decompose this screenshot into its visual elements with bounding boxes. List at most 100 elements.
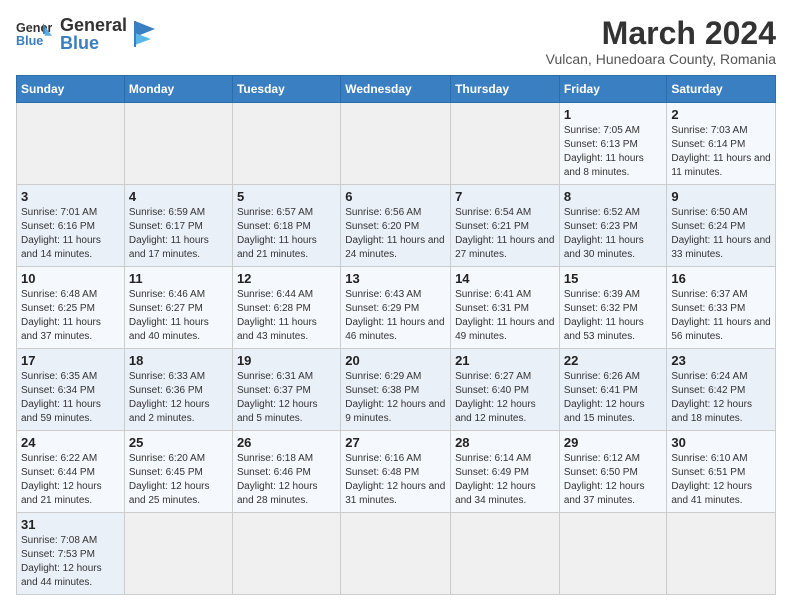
day-number: 31 xyxy=(21,517,120,532)
calendar-cell: 20Sunrise: 6:29 AM Sunset: 6:38 PM Dayli… xyxy=(341,349,451,431)
calendar-cell: 11 Sunrise: 6:46 AM Sunset: 6:27 PM Dayli… xyxy=(124,267,232,349)
day-number: 18 xyxy=(129,353,228,368)
calendar-cell: 3 Sunrise: 7:01 AM Sunset: 6:16 PM Daylig… xyxy=(17,185,125,267)
calendar-cell xyxy=(341,513,451,595)
location-subtitle: Vulcan, Hunedoara County, Romania xyxy=(546,51,776,67)
calendar-cell xyxy=(667,513,776,595)
day-info: Sunrise: 6:54 AM Sunset: 6:21 PM Dayligh… xyxy=(455,206,555,262)
page-container: General Blue General Blue March 2024 Vul… xyxy=(16,16,776,595)
calendar-cell: 18 Sunrise: 6:33 AM Sunset: 6:36 PM Dayli… xyxy=(124,349,232,431)
day-number: 13 xyxy=(345,271,446,286)
day-info: Sunrise: 7:01 AM Sunset: 6:16 PM Dayligh… xyxy=(21,206,120,262)
day-info: Sunrise: 6:20 AM Sunset: 6:45 PM Dayligh… xyxy=(129,452,228,508)
logo-blue-text: Blue xyxy=(60,34,127,52)
weekday-header-friday: Friday xyxy=(559,76,667,103)
day-number: 3 xyxy=(21,189,120,204)
calendar-cell: 27 Sunrise: 6:16 AM Sunset: 6:48 PM Dayli… xyxy=(341,431,451,513)
calendar-cell: 15 Sunrise: 6:39 AM Sunset: 6:32 PM Dayli… xyxy=(559,267,667,349)
calendar-cell xyxy=(451,103,560,185)
day-info: Sunrise: 6:39 AM Sunset: 6:32 PM Dayligh… xyxy=(564,288,663,344)
day-info: Sunrise: 6:26 AM Sunset: 6:41 PM Dayligh… xyxy=(564,370,663,426)
calendar-cell: 5 Sunrise: 6:57 AM Sunset: 6:18 PM Daylig… xyxy=(232,185,340,267)
calendar-cell: 21Sunrise: 6:27 AM Sunset: 6:40 PM Dayli… xyxy=(451,349,560,431)
calendar-cell: 12 Sunrise: 6:44 AM Sunset: 6:28 PM Dayli… xyxy=(232,267,340,349)
day-info: Sunrise: 7:05 AM Sunset: 6:13 PM Dayligh… xyxy=(564,124,663,180)
weekday-header-row: SundayMondayTuesdayWednesdayThursdayFrid… xyxy=(17,76,776,103)
day-number: 26 xyxy=(237,435,336,450)
day-number: 4 xyxy=(129,189,228,204)
logo-flag-icon xyxy=(133,19,157,49)
calendar-cell xyxy=(559,513,667,595)
day-number: 9 xyxy=(671,189,771,204)
calendar-cell: 4Sunrise: 6:59 AM Sunset: 6:17 PM Daylig… xyxy=(124,185,232,267)
calendar-cell: 2 Sunrise: 7:03 AM Sunset: 6:14 PM Daylig… xyxy=(667,103,776,185)
day-info: Sunrise: 6:56 AM Sunset: 6:20 PM Dayligh… xyxy=(345,206,446,262)
calendar-cell xyxy=(17,103,125,185)
day-number: 27 xyxy=(345,435,446,450)
calendar-cell: 1Sunrise: 7:05 AM Sunset: 6:13 PM Daylig… xyxy=(559,103,667,185)
day-number: 5 xyxy=(237,189,336,204)
calendar-cell: 9Sunrise: 6:50 AM Sunset: 6:24 PM Daylig… xyxy=(667,185,776,267)
day-number: 29 xyxy=(564,435,663,450)
calendar-cell: 19 Sunrise: 6:31 AM Sunset: 6:37 PM Dayli… xyxy=(232,349,340,431)
month-year-title: March 2024 xyxy=(546,16,776,51)
day-info: Sunrise: 6:31 AM Sunset: 6:37 PM Dayligh… xyxy=(237,370,336,426)
day-number: 11 xyxy=(129,271,228,286)
day-number: 19 xyxy=(237,353,336,368)
calendar-week-row: 10 Sunrise: 6:48 AM Sunset: 6:25 PM Dayli… xyxy=(17,267,776,349)
day-info: Sunrise: 6:12 AM Sunset: 6:50 PM Dayligh… xyxy=(564,452,663,508)
day-info: Sunrise: 6:18 AM Sunset: 6:46 PM Dayligh… xyxy=(237,452,336,508)
day-info: Sunrise: 6:44 AM Sunset: 6:28 PM Dayligh… xyxy=(237,288,336,344)
day-number: 6 xyxy=(345,189,446,204)
svg-text:Blue: Blue xyxy=(16,34,43,48)
day-info: Sunrise: 6:22 AM Sunset: 6:44 PM Dayligh… xyxy=(21,452,120,508)
logo: General Blue General Blue xyxy=(16,16,157,52)
day-number: 10 xyxy=(21,271,120,286)
calendar-cell: 26 Sunrise: 6:18 AM Sunset: 6:46 PM Dayli… xyxy=(232,431,340,513)
calendar-cell: 25 Sunrise: 6:20 AM Sunset: 6:45 PM Dayli… xyxy=(124,431,232,513)
day-info: Sunrise: 6:33 AM Sunset: 6:36 PM Dayligh… xyxy=(129,370,228,426)
weekday-header-sunday: Sunday xyxy=(17,76,125,103)
calendar-cell: 10 Sunrise: 6:48 AM Sunset: 6:25 PM Dayli… xyxy=(17,267,125,349)
calendar-cell: 6 Sunrise: 6:56 AM Sunset: 6:20 PM Daylig… xyxy=(341,185,451,267)
day-number: 21 xyxy=(455,353,555,368)
calendar-week-row: 24Sunrise: 6:22 AM Sunset: 6:44 PM Dayli… xyxy=(17,431,776,513)
title-block: March 2024 Vulcan, Hunedoara County, Rom… xyxy=(546,16,776,67)
day-info: Sunrise: 6:35 AM Sunset: 6:34 PM Dayligh… xyxy=(21,370,120,426)
calendar-cell: 8Sunrise: 6:52 AM Sunset: 6:23 PM Daylig… xyxy=(559,185,667,267)
day-number: 28 xyxy=(455,435,555,450)
day-info: Sunrise: 6:46 AM Sunset: 6:27 PM Dayligh… xyxy=(129,288,228,344)
logo-general-text: General xyxy=(60,16,127,34)
day-number: 15 xyxy=(564,271,663,286)
day-info: Sunrise: 7:03 AM Sunset: 6:14 PM Dayligh… xyxy=(671,124,771,180)
calendar-cell: 22 Sunrise: 6:26 AM Sunset: 6:41 PM Dayli… xyxy=(559,349,667,431)
calendar-week-row: 1Sunrise: 7:05 AM Sunset: 6:13 PM Daylig… xyxy=(17,103,776,185)
day-number: 22 xyxy=(564,353,663,368)
weekday-header-saturday: Saturday xyxy=(667,76,776,103)
calendar-cell xyxy=(124,103,232,185)
day-info: Sunrise: 6:14 AM Sunset: 6:49 PM Dayligh… xyxy=(455,452,555,508)
calendar-cell xyxy=(232,513,340,595)
day-number: 2 xyxy=(671,107,771,122)
day-info: Sunrise: 7:08 AM Sunset: 7:53 PM Dayligh… xyxy=(21,534,120,590)
calendar-week-row: 3 Sunrise: 7:01 AM Sunset: 6:16 PM Daylig… xyxy=(17,185,776,267)
calendar-cell: 16Sunrise: 6:37 AM Sunset: 6:33 PM Dayli… xyxy=(667,267,776,349)
calendar-cell: 31 Sunrise: 7:08 AM Sunset: 7:53 PM Dayli… xyxy=(17,513,125,595)
calendar-cell xyxy=(232,103,340,185)
day-number: 30 xyxy=(671,435,771,450)
day-info: Sunrise: 6:48 AM Sunset: 6:25 PM Dayligh… xyxy=(21,288,120,344)
calendar-cell: 7 Sunrise: 6:54 AM Sunset: 6:21 PM Daylig… xyxy=(451,185,560,267)
calendar-cell: 17 Sunrise: 6:35 AM Sunset: 6:34 PM Dayli… xyxy=(17,349,125,431)
day-info: Sunrise: 6:57 AM Sunset: 6:18 PM Dayligh… xyxy=(237,206,336,262)
day-info: Sunrise: 6:24 AM Sunset: 6:42 PM Dayligh… xyxy=(671,370,771,426)
day-number: 12 xyxy=(237,271,336,286)
day-number: 25 xyxy=(129,435,228,450)
day-info: Sunrise: 6:16 AM Sunset: 6:48 PM Dayligh… xyxy=(345,452,446,508)
day-number: 8 xyxy=(564,189,663,204)
calendar-cell xyxy=(341,103,451,185)
day-info: Sunrise: 6:10 AM Sunset: 6:51 PM Dayligh… xyxy=(671,452,771,508)
day-number: 14 xyxy=(455,271,555,286)
day-number: 7 xyxy=(455,189,555,204)
day-number: 17 xyxy=(21,353,120,368)
day-number: 23 xyxy=(671,353,771,368)
